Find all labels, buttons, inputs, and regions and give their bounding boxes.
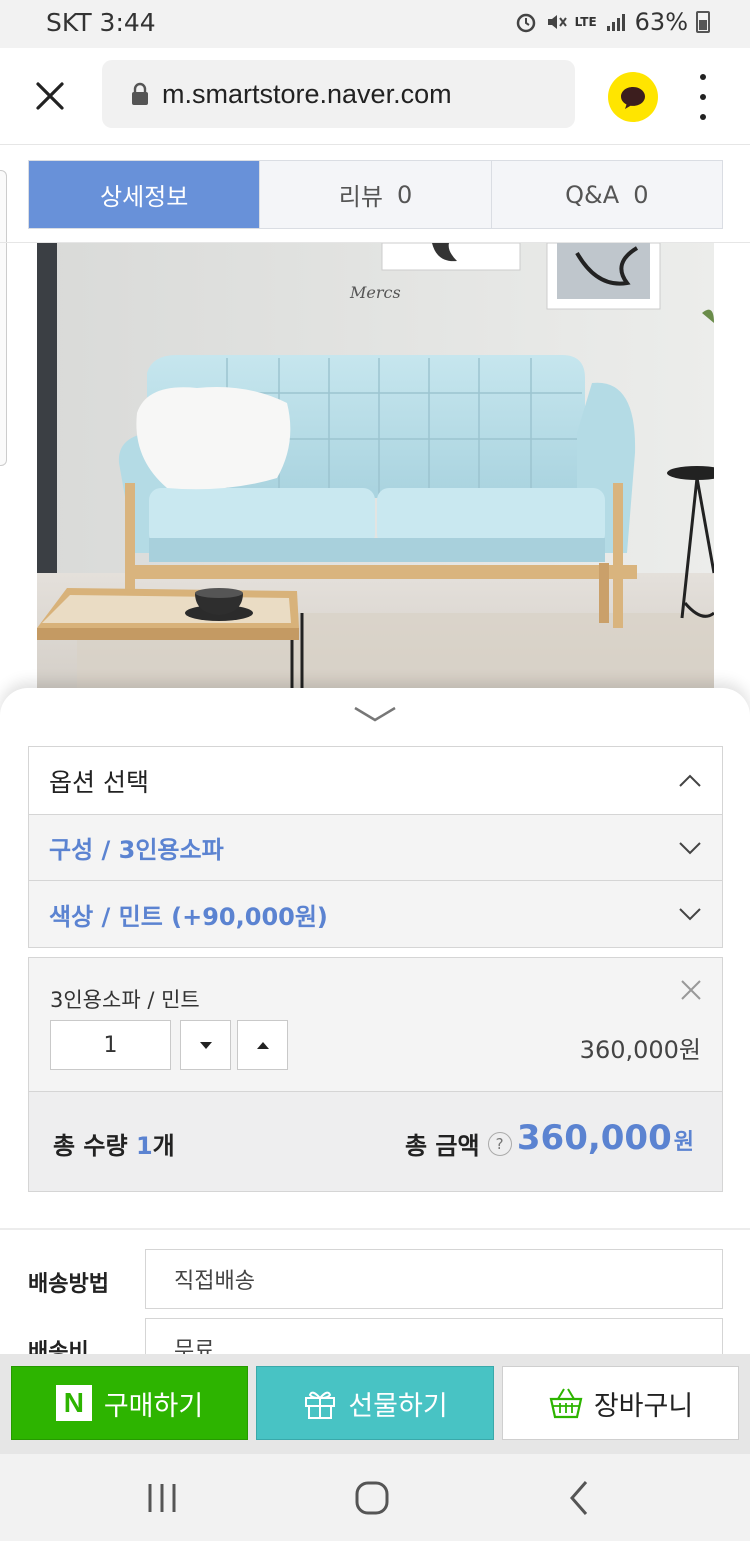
option-header[interactable]: 옵션 선택 <box>29 747 722 815</box>
shipping-method-label: 배송방법 <box>28 1272 109 1297</box>
total-quantity-unit: 개 <box>152 1132 175 1160</box>
browser-toolbar: m.smartstore.naver.com <box>0 48 750 145</box>
option-color[interactable]: 색상 / 민트 (+90,000원) <box>29 881 722 947</box>
shipping-method-value: 직접배송 <box>145 1249 723 1309</box>
total-amount-label-group: 총 금액 ? <box>405 1126 512 1161</box>
option-selector: 옵션 선택 구성 / 3인용소파 색상 / 민트 (+90,000원) <box>28 746 723 948</box>
buy-button[interactable]: N 구매하기 <box>11 1366 248 1440</box>
battery-icon <box>696 11 710 33</box>
naver-logo-icon: N <box>55 1385 92 1421</box>
talk-button[interactable] <box>608 72 658 122</box>
network-type: LTE <box>574 15 597 29</box>
close-icon[interactable] <box>30 76 70 116</box>
sofa-illustration: Mercs <box>37 243 714 688</box>
buy-button-label: 구매하기 <box>103 1390 204 1422</box>
product-image[interactable]: Mercs <box>37 243 714 688</box>
divider <box>0 1228 750 1230</box>
total-amount-value: 360,000 <box>516 1118 672 1158</box>
totals: 총 수량 1개 총 금액 ? 360,000 원 <box>29 1092 722 1191</box>
recent-apps-icon[interactable] <box>142 1478 182 1518</box>
tab-label: 상세정보 <box>100 183 189 211</box>
alarm-icon <box>516 13 535 33</box>
gift-button-label: 선물하기 <box>348 1390 448 1422</box>
signal-icon <box>606 14 625 31</box>
product-tabs: 상세정보 리뷰 0 Q&A 0 <box>28 160 723 229</box>
quantity-decrease-button[interactable] <box>180 1020 231 1070</box>
tab-qna[interactable]: Q&A 0 <box>490 161 722 228</box>
total-quantity: 총 수량 1개 <box>53 1126 175 1161</box>
quantity-increase-button[interactable] <box>237 1020 288 1070</box>
tab-label: Q&A <box>565 180 620 209</box>
option-label: 색상 / 민트 (+90,000원) <box>49 902 328 931</box>
chevron-down-icon <box>679 908 701 921</box>
selected-item: 3인용소파 / 민트 1 360,000원 총 수량 1개 총 금액 ? 360… <box>28 957 723 1192</box>
tab-count: 0 <box>633 180 649 209</box>
selected-item-name: 3인용소파 / 민트 <box>50 988 200 1012</box>
more-menu-icon[interactable] <box>690 74 716 120</box>
chevron-up-icon <box>679 774 701 787</box>
option-label: 구성 / 3인용소파 <box>49 836 224 864</box>
status-icons: LTE 63% <box>515 8 710 36</box>
side-drawer-handle[interactable] <box>0 170 7 466</box>
address-bar[interactable]: m.smartstore.naver.com <box>102 60 575 128</box>
speech-bubble-icon <box>621 87 645 109</box>
selected-item-price: 360,000원 <box>579 1036 701 1064</box>
triangle-down-icon <box>199 1041 212 1049</box>
cart-button[interactable]: 장바구니 <box>502 1366 739 1440</box>
total-quantity-value: 1 <box>135 1132 153 1160</box>
back-icon[interactable] <box>560 1478 600 1518</box>
tab-label: 리뷰 <box>338 183 383 211</box>
total-quantity-label: 총 수량 <box>53 1132 128 1160</box>
option-header-label: 옵션 선택 <box>49 767 149 797</box>
gift-button[interactable]: 선물하기 <box>256 1366 494 1440</box>
chevron-down-icon[interactable] <box>353 704 397 724</box>
purchase-options-sheet: 옵션 선택 구성 / 3인용소파 색상 / 민트 (+90,000원) 3인용소… <box>0 688 750 1378</box>
wall-lettering: Mercs <box>349 283 401 302</box>
purchase-bar: N 구매하기 선물하기 장바구니 <box>0 1354 750 1454</box>
status-bar: SKT 3:44 LTE 63% <box>0 0 750 48</box>
selected-item-row: 3인용소파 / 민트 1 360,000원 <box>29 958 722 1092</box>
url-text: m.smartstore.naver.com <box>162 78 452 109</box>
cart-button-label: 장바구니 <box>593 1390 694 1422</box>
tab-detail[interactable]: 상세정보 <box>29 161 260 228</box>
close-icon[interactable] <box>679 978 703 1002</box>
mute-icon <box>547 15 567 29</box>
quantity-input[interactable]: 1 <box>50 1020 171 1070</box>
help-icon[interactable]: ? <box>487 1131 512 1156</box>
tab-review[interactable]: 리뷰 0 <box>259 161 490 228</box>
basket-icon <box>549 1388 583 1419</box>
option-composition[interactable]: 구성 / 3인용소파 <box>29 815 722 881</box>
tab-count: 0 <box>396 180 413 209</box>
lock-icon <box>132 82 148 105</box>
home-icon[interactable] <box>352 1478 392 1518</box>
battery-percent: 63% <box>634 8 688 36</box>
carrier-time: SKT 3:44 <box>46 8 156 37</box>
total-amount-label: 총 금액 <box>405 1132 480 1160</box>
chevron-down-icon <box>679 841 701 854</box>
total-amount-unit: 원 <box>673 1130 694 1155</box>
gift-icon <box>305 1391 336 1419</box>
system-navigation-bar <box>0 1454 750 1541</box>
triangle-up-icon <box>256 1041 269 1049</box>
total-amount: 360,000 원 <box>517 1118 694 1158</box>
